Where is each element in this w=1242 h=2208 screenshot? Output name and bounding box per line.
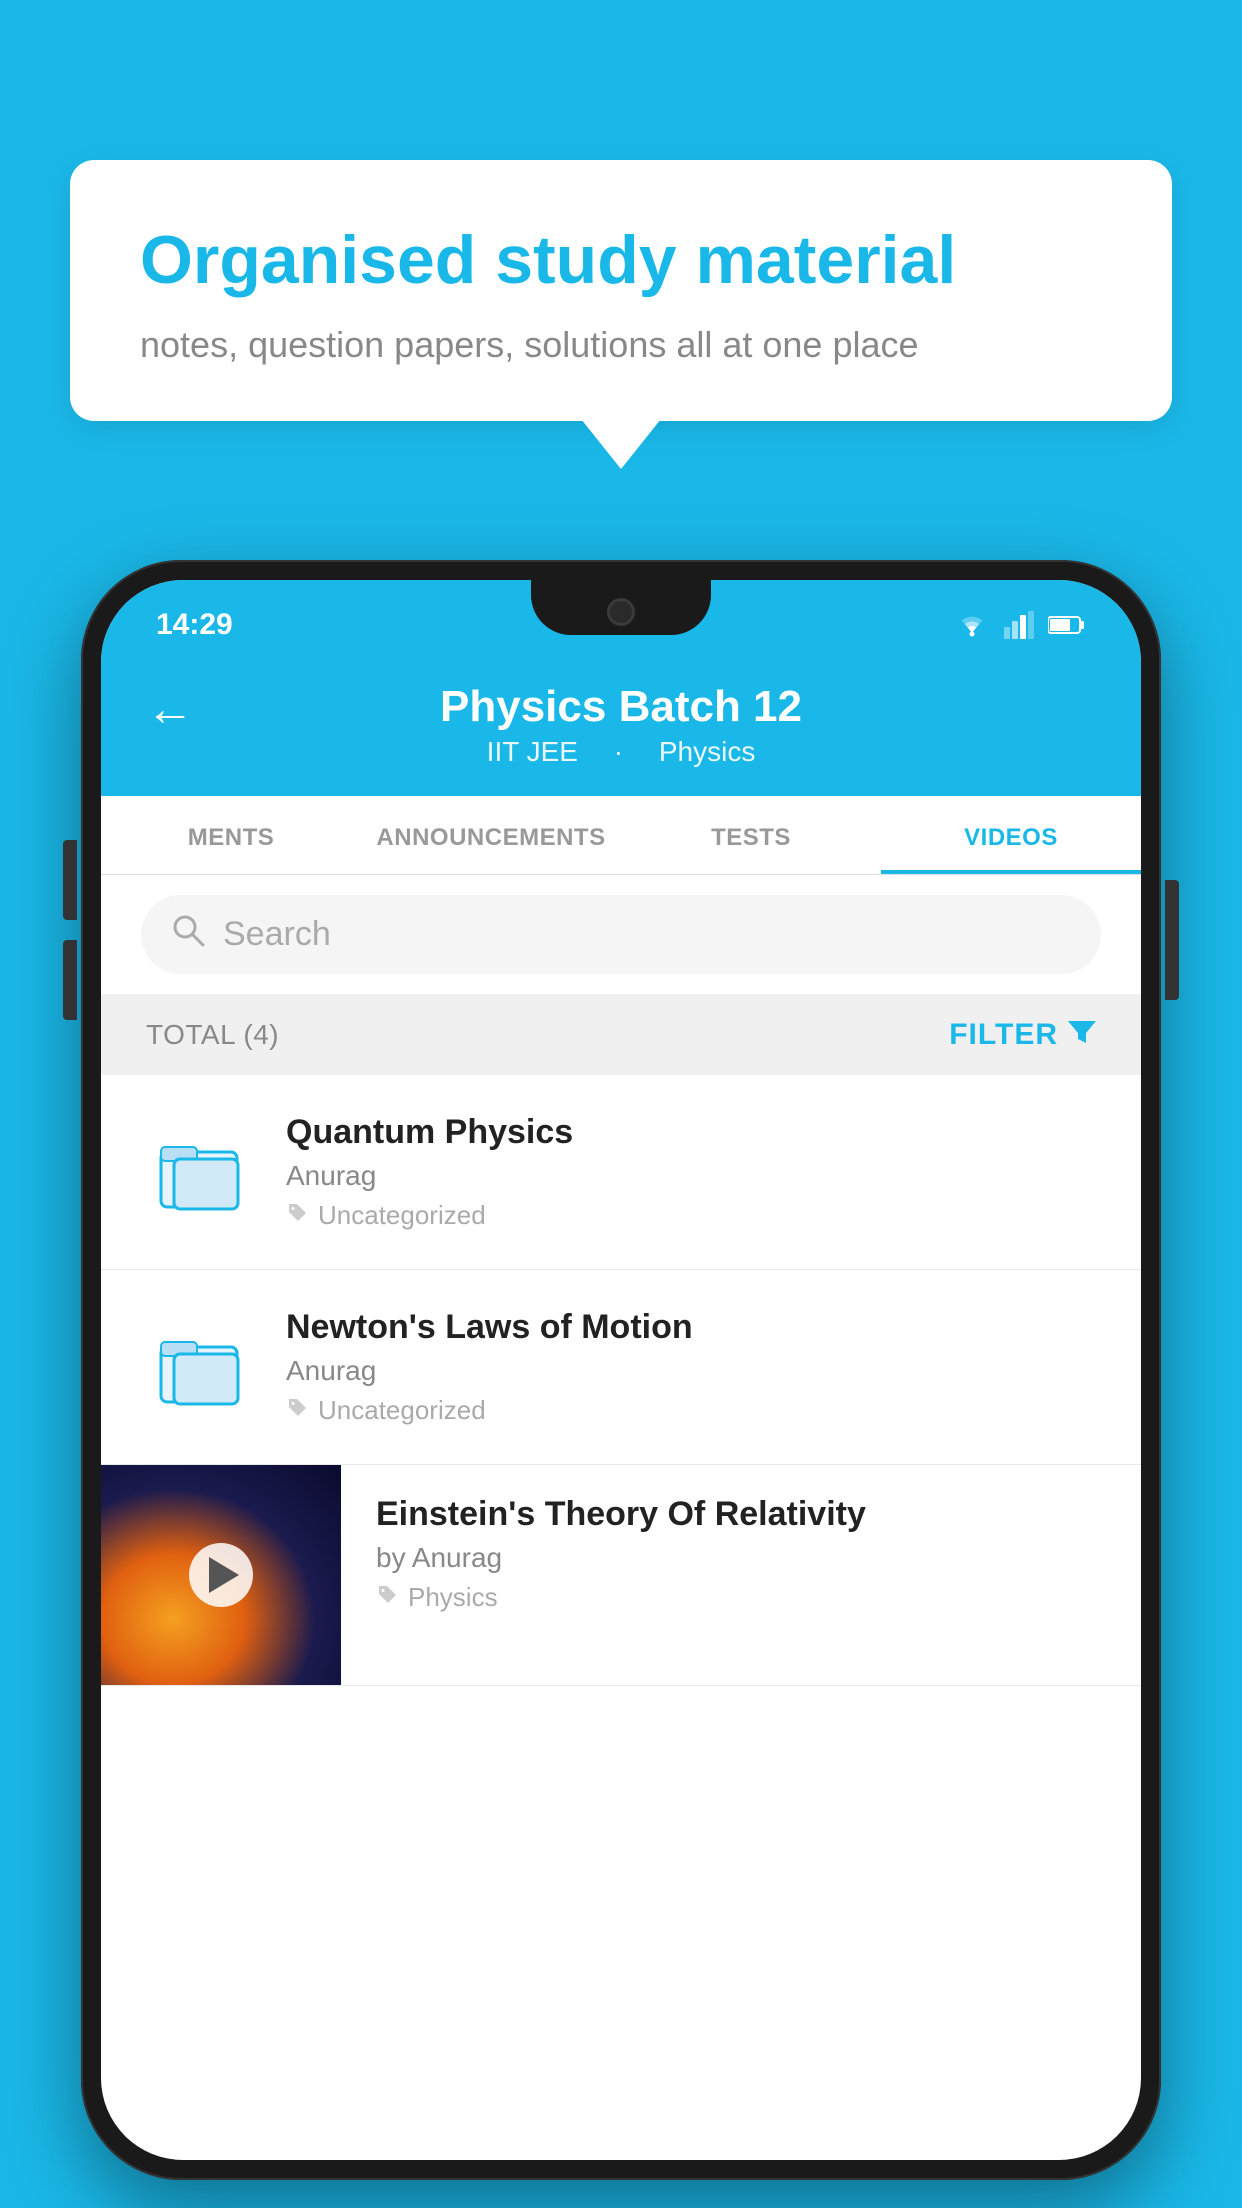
status-icons — [954, 611, 1086, 639]
signal-icon — [1004, 611, 1034, 639]
filter-bar: TOTAL (4) FILTER — [101, 994, 1141, 1075]
header-subtitle-separator: · — [614, 736, 631, 767]
tab-ments[interactable]: MENTS — [101, 796, 361, 874]
video-thumbnail — [101, 1465, 341, 1685]
list-item[interactable]: Newton's Laws of Motion Anurag Uncategor… — [101, 1270, 1141, 1465]
power-button — [1165, 880, 1179, 1000]
video-title: Quantum Physics — [286, 1113, 1096, 1152]
tag-label: Physics — [408, 1582, 498, 1613]
video-info: Quantum Physics Anurag Uncategorized — [286, 1113, 1096, 1231]
list-item[interactable]: Quantum Physics Anurag Uncategorized — [101, 1075, 1141, 1270]
tab-tests[interactable]: TESTS — [621, 796, 881, 874]
notch — [531, 580, 711, 635]
header-subtitle: IIT JEE · Physics — [473, 736, 770, 768]
back-button[interactable]: ← — [146, 682, 194, 737]
filter-button[interactable]: FILTER — [949, 1016, 1096, 1053]
video-author: by Anurag — [376, 1542, 1106, 1574]
battery-icon — [1048, 614, 1086, 636]
header-subtitle-part2: Physics — [659, 736, 755, 767]
status-time: 14:29 — [156, 608, 233, 642]
video-title: Newton's Laws of Motion — [286, 1308, 1096, 1347]
video-tag: Uncategorized — [286, 1200, 1096, 1231]
search-container: Search — [101, 875, 1141, 994]
phone-container: 14:29 — [81, 560, 1161, 2180]
vol-up-button — [63, 840, 77, 920]
tab-videos[interactable]: VIDEOS — [881, 796, 1141, 874]
video-info: Einstein's Theory Of Relativity by Anura… — [341, 1465, 1141, 1643]
video-tag: Uncategorized — [286, 1395, 1096, 1426]
phone-screen: 14:29 — [101, 580, 1141, 2160]
filter-label: FILTER — [949, 1018, 1058, 1052]
total-count: TOTAL (4) — [146, 1019, 279, 1051]
bubble-title: Organised study material — [140, 220, 1102, 302]
tab-announcements[interactable]: ANNOUNCEMENTS — [361, 796, 621, 874]
video-author: Anurag — [286, 1160, 1096, 1192]
search-icon — [171, 913, 205, 956]
list-item[interactable]: Einstein's Theory Of Relativity by Anura… — [101, 1465, 1141, 1686]
speech-bubble: Organised study material notes, question… — [70, 160, 1172, 421]
folder-icon — [146, 1312, 256, 1422]
tag-icon — [286, 1201, 308, 1230]
tag-icon — [286, 1396, 308, 1425]
video-title: Einstein's Theory Of Relativity — [376, 1495, 1106, 1534]
header-subtitle-part1: IIT JEE — [487, 736, 578, 767]
folder-icon — [146, 1117, 256, 1227]
play-icon — [209, 1557, 239, 1593]
search-bar[interactable]: Search — [141, 895, 1101, 974]
tag-label: Uncategorized — [318, 1200, 486, 1231]
play-button[interactable] — [189, 1543, 253, 1607]
phone-outer: 14:29 — [81, 560, 1161, 2180]
tag-label: Uncategorized — [318, 1395, 486, 1426]
camera — [607, 598, 635, 626]
wifi-icon — [954, 611, 990, 639]
search-placeholder: Search — [223, 915, 331, 954]
video-author: Anurag — [286, 1355, 1096, 1387]
header-title: Physics Batch 12 — [440, 682, 802, 732]
filter-icon — [1068, 1016, 1096, 1053]
bubble-subtitle: notes, question papers, solutions all at… — [140, 324, 1102, 366]
video-info: Newton's Laws of Motion Anurag Uncategor… — [286, 1308, 1096, 1426]
vol-down-button — [63, 940, 77, 1020]
video-list: Quantum Physics Anurag Uncategorized — [101, 1075, 1141, 1686]
app-header: ← Physics Batch 12 IIT JEE · Physics — [101, 660, 1141, 796]
video-tag: Physics — [376, 1582, 1106, 1613]
tabs-bar: MENTS ANNOUNCEMENTS TESTS VIDEOS — [101, 796, 1141, 875]
tag-icon — [376, 1583, 398, 1612]
